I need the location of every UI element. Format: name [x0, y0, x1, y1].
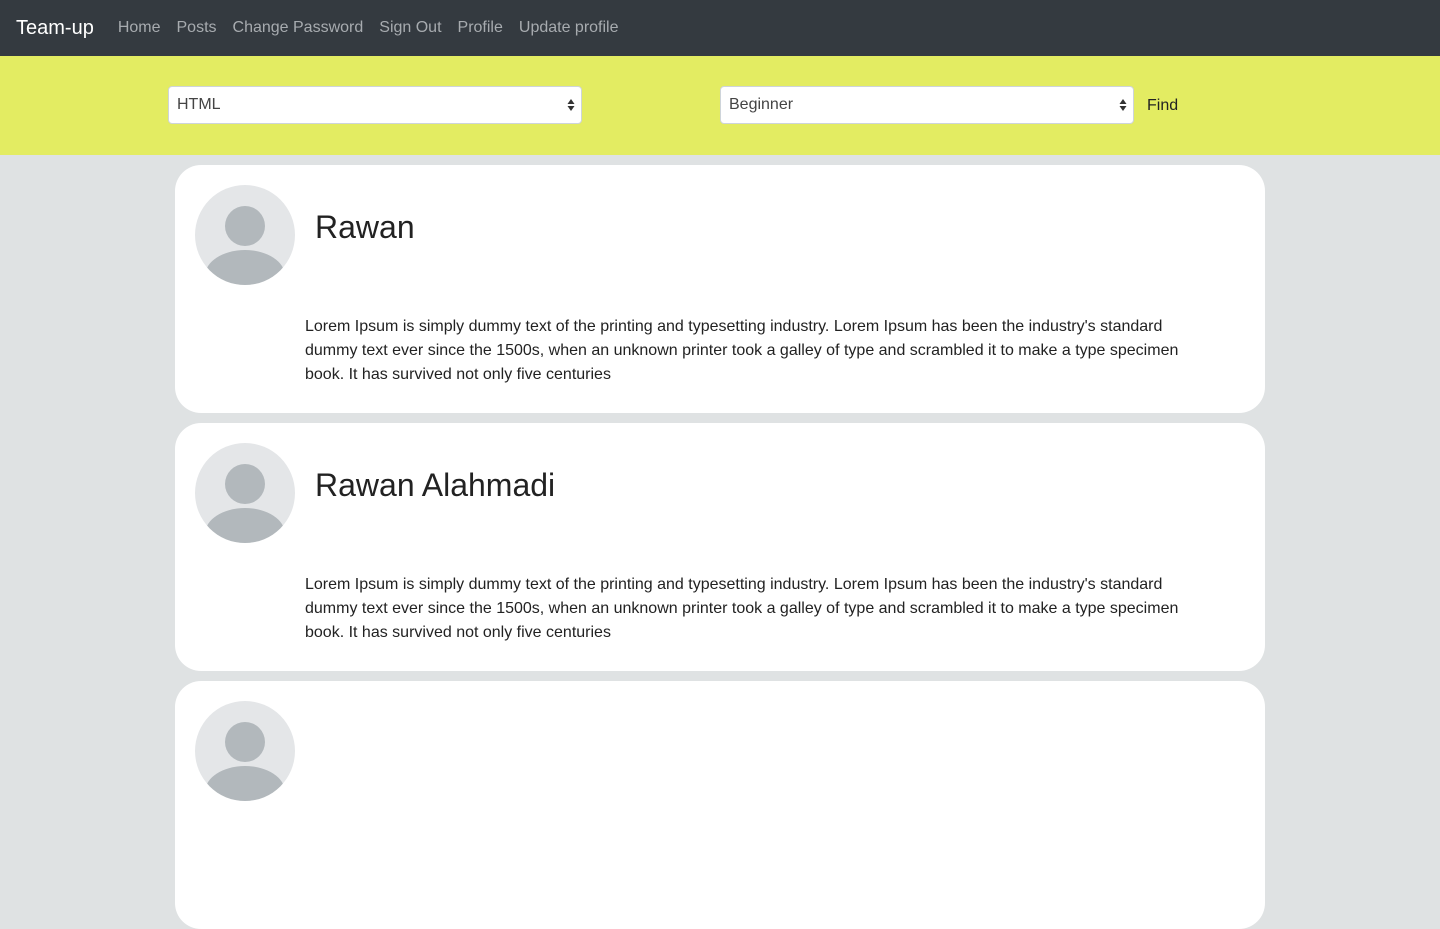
nav-sign-out-link[interactable]: Sign Out	[379, 19, 441, 37]
top-navbar: Team-up Home Posts Change Password Sign …	[0, 0, 1440, 56]
post-author-name: Rawan	[315, 209, 415, 245]
post-card	[175, 681, 1265, 929]
filter-bar: HTML Beginner Find	[0, 56, 1440, 155]
nav-posts-link[interactable]: Posts	[177, 19, 217, 37]
brand-logo[interactable]: Team-up	[16, 17, 94, 40]
language-select[interactable]: HTML	[168, 86, 582, 124]
select-caret-icon	[567, 99, 575, 111]
nav-change-password-link[interactable]: Change Password	[233, 19, 364, 37]
user-avatar-icon	[205, 464, 285, 543]
user-avatar-icon	[205, 206, 285, 285]
post-description: Lorem Ipsum is simply dummy text of the …	[305, 576, 1179, 641]
level-select-value: Beginner	[729, 96, 794, 113]
user-avatar-icon	[205, 722, 285, 801]
avatar	[195, 443, 295, 543]
post-card: Rawan Lorem Ipsum is simply dummy text o…	[175, 165, 1265, 413]
level-select[interactable]: Beginner	[720, 86, 1134, 124]
avatar	[195, 185, 295, 285]
find-button[interactable]: Find	[1147, 97, 1178, 115]
post-description: Lorem Ipsum is simply dummy text of the …	[305, 318, 1179, 383]
language-select-value: HTML	[177, 96, 221, 113]
post-card: Rawan Alahmadi Lorem Ipsum is simply dum…	[175, 423, 1265, 671]
avatar	[195, 701, 295, 801]
nav-profile-link[interactable]: Profile	[458, 19, 503, 37]
select-caret-icon	[1119, 99, 1127, 111]
nav-update-profile-link[interactable]: Update profile	[519, 19, 619, 37]
nav-links: Home Posts Change Password Sign Out Prof…	[118, 19, 635, 37]
post-author-name: Rawan Alahmadi	[315, 467, 556, 503]
nav-home-link[interactable]: Home	[118, 19, 161, 37]
